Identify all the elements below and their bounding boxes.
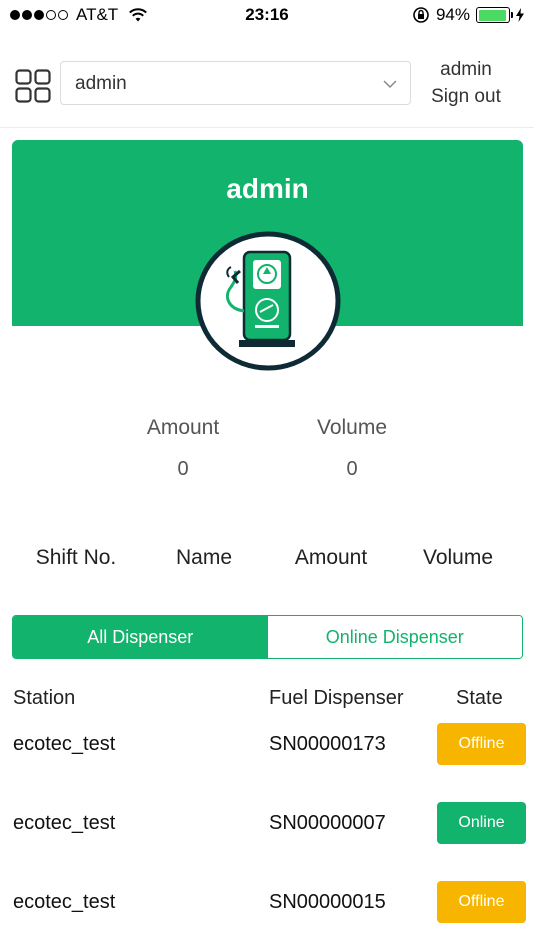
user-name: admin (440, 59, 492, 80)
charging-icon (516, 8, 524, 22)
chevron-down-icon (383, 80, 397, 89)
dispenser-tabs: All Dispenser Online Dispenser (12, 615, 523, 659)
column-state: State (456, 687, 503, 709)
orientation-lock-icon (413, 7, 429, 23)
fuel-dispenser-icon (195, 231, 341, 371)
amount-value: 0 (177, 458, 189, 480)
row-station: ecotec_test (13, 733, 116, 755)
user-select-value: admin (75, 73, 127, 94)
row-dispenser: SN00000173 (269, 733, 386, 755)
battery-icon (476, 7, 513, 23)
table-row[interactable]: ecotec_test SN00000015 Offline (0, 881, 534, 931)
volume-value: 0 (346, 458, 358, 480)
status-bar: AT&T 23:16 94% (0, 0, 534, 32)
table-row[interactable]: ecotec_test SN00000173 Offline (0, 723, 534, 773)
column-station: Station (13, 687, 76, 709)
volume-label: Volume (316, 416, 388, 439)
status-badge[interactable]: Offline (437, 723, 526, 765)
row-dispenser: SN00000007 (269, 812, 386, 834)
column-amount: Amount (294, 546, 368, 569)
sign-out-link[interactable]: Sign out (416, 83, 516, 110)
row-dispenser: SN00000015 (269, 891, 386, 913)
row-station: ecotec_test (13, 812, 116, 834)
amount-label: Amount (146, 416, 220, 439)
status-badge[interactable]: Online (437, 802, 526, 844)
column-name: Name (175, 546, 233, 569)
user-select[interactable]: admin (60, 61, 411, 105)
column-fuel-dispenser: Fuel Dispenser (269, 687, 404, 709)
table-row[interactable]: ecotec_test SN00000007 Online (0, 802, 534, 852)
battery-level (478, 9, 506, 21)
status-badge[interactable]: Offline (437, 881, 526, 923)
tab-online-dispenser[interactable]: Online Dispenser (267, 616, 522, 658)
app-header: admin admin Sign out (0, 32, 534, 128)
status-right: 94% (412, 5, 524, 25)
row-station: ecotec_test (13, 891, 116, 913)
battery-percent: 94% (435, 5, 470, 24)
grid-icon[interactable] (15, 69, 51, 103)
column-shift-no: Shift No. (35, 546, 117, 569)
user-block: admin Sign out (416, 56, 516, 110)
tab-all-dispenser[interactable]: All Dispenser (13, 616, 268, 658)
profile-title: admin (226, 173, 309, 204)
column-volume: Volume (422, 546, 494, 569)
